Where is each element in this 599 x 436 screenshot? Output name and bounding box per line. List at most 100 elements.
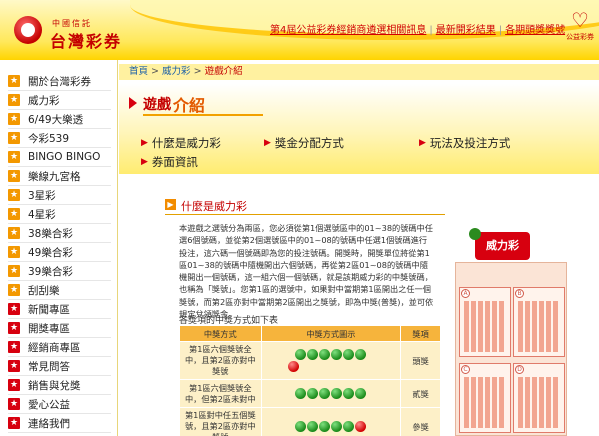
sidebar-item[interactable]: ★ 4星彩 bbox=[8, 205, 111, 224]
section-arrow-icon: ▶ bbox=[165, 199, 176, 210]
sidebar-item[interactable]: ★ 49樂合彩 bbox=[8, 243, 111, 262]
table-cell-balls bbox=[260, 379, 402, 408]
table-cell-prize: 參獎 bbox=[400, 407, 441, 436]
sidebar-item[interactable]: ★ 連絡我們 bbox=[8, 414, 111, 433]
sidebar-item[interactable]: ★ 刮刮樂 bbox=[8, 281, 111, 300]
sidebar-item[interactable]: ★ 3星彩 bbox=[8, 186, 111, 205]
breadcrumb-home[interactable]: 首頁 bbox=[129, 66, 148, 77]
table-header: 獎項 bbox=[400, 325, 441, 342]
sidebar-nav: ★ 關於台灣彩券 ★ 威力彩 ★ 6/49大樂透 ★ 今彩539 ★ BINGO BINGO ★ 樂線… bbox=[0, 60, 118, 436]
section-title: 什麼是威力彩 bbox=[181, 200, 247, 213]
star-icon: ★ bbox=[8, 208, 20, 220]
ticket-panel: B bbox=[513, 287, 565, 357]
star-icon: ★ bbox=[8, 303, 20, 315]
breadcrumb-current: 遊戲介紹 bbox=[204, 66, 243, 77]
link-label: 玩法及投注方式 bbox=[429, 136, 511, 150]
site-logo[interactable]: 中國信託 台灣彩券 bbox=[10, 8, 140, 51]
sidebar-item-label: 刮刮樂 bbox=[28, 284, 60, 297]
table-header: 中獎方式 bbox=[179, 325, 262, 342]
sidebar-item[interactable]: ★ 關於台灣彩券 bbox=[8, 72, 111, 91]
sidebar-item-label: 38樂合彩 bbox=[28, 227, 73, 240]
star-icon: ★ bbox=[8, 132, 20, 144]
title-arrow-icon bbox=[129, 97, 137, 109]
panel-letter: C bbox=[461, 365, 470, 374]
table-header-row: 中獎方式 中獎方式圖示 獎項 bbox=[179, 325, 441, 342]
table-cell-balls bbox=[260, 407, 402, 436]
link-how-to-play[interactable]: ▶ 玩法及投注方式 bbox=[419, 135, 510, 151]
link-label: 券面資訊 bbox=[151, 155, 198, 169]
ticket-panel: A bbox=[459, 287, 511, 357]
sidebar-item-label: 愛心公益 bbox=[28, 398, 70, 411]
star-icon: ★ bbox=[8, 322, 20, 334]
sidebar-item[interactable]: ★ 39樂合彩 bbox=[8, 262, 111, 281]
panel-letter: A bbox=[461, 289, 470, 298]
sidebar-item[interactable]: ★ 樂線九宮格 bbox=[8, 167, 111, 186]
green-ball-icon bbox=[307, 349, 319, 360]
page-title: 遊戲 介紹 bbox=[129, 90, 263, 116]
star-icon: ★ bbox=[8, 189, 20, 201]
link-ticket-info[interactable]: ▶ 券面資訊 bbox=[141, 154, 198, 170]
public-welfare-badge[interactable]: ♡ 公益彩券 bbox=[565, 8, 595, 42]
star-icon: ★ bbox=[8, 151, 20, 163]
sidebar-item-label: 連絡我們 bbox=[28, 417, 70, 430]
ticket-panel: C bbox=[459, 363, 511, 433]
sidebar-item-label: 經銷商專區 bbox=[28, 341, 81, 354]
sidebar-item[interactable]: ★ 常見問答 bbox=[8, 357, 111, 376]
main-content: 首頁 > 威力彩 > 遊戲介紹 遊戲 介紹 ▶ 什麼是威力彩 ▶ 獎金分配方式 … bbox=[119, 60, 599, 436]
top-link-latest-results[interactable]: 最新開彩結果 bbox=[436, 25, 496, 36]
panel-letter: D bbox=[515, 365, 524, 374]
sidebar-item[interactable]: ★ 威力彩 bbox=[8, 91, 111, 110]
sidebar-item-label: 新聞專區 bbox=[28, 303, 70, 316]
logo-ball-icon bbox=[14, 16, 42, 44]
intro-paragraph: 本遊戲之選號分為兩區，您必須從第1個選號區中的01~38的號碼中任選6個號碼，並… bbox=[179, 223, 434, 320]
sidebar-item[interactable]: ★ 開獎專區 bbox=[8, 319, 111, 338]
link-prize-distribution[interactable]: ▶ 獎金分配方式 bbox=[264, 135, 344, 151]
sidebar-item[interactable]: ★ BINGO BINGO bbox=[8, 148, 111, 167]
star-icon: ★ bbox=[8, 113, 20, 125]
section-heading: ▶ 什麼是威力彩 bbox=[165, 195, 445, 215]
star-icon: ★ bbox=[8, 417, 20, 429]
link-label: 獎金分配方式 bbox=[274, 136, 344, 150]
arrow-right-icon: ▶ bbox=[141, 157, 148, 167]
green-ball-icon bbox=[331, 421, 343, 432]
top-link-dealer-selection[interactable]: 第4屆公益彩券經銷商遴選相關訊息 bbox=[270, 25, 426, 36]
green-ball-icon bbox=[343, 421, 355, 432]
sidebar-item[interactable]: ★ 銷售與兌獎 bbox=[8, 376, 111, 395]
sidebar-item[interactable]: ★ 新聞專區 bbox=[8, 300, 111, 319]
breadcrumb-section[interactable]: 威力彩 bbox=[162, 66, 191, 77]
prize-table: 中獎方式 中獎方式圖示 獎項 第1區六個獎號全中，且第2區亦對中獎號 頭獎 第1… bbox=[179, 325, 441, 436]
sidebar-item[interactable]: ★ 今彩539 bbox=[8, 129, 111, 148]
badge-caption: 公益彩券 bbox=[566, 33, 594, 41]
green-ball-icon bbox=[355, 388, 367, 399]
ticket-illustration: 威力彩 A B C D bbox=[455, 222, 567, 436]
sidebar-item-label: 樂線九宮格 bbox=[28, 170, 81, 183]
top-link-jackpot-numbers[interactable]: 各期頭獎獎號 bbox=[505, 25, 565, 36]
sidebar-item-label: 常見問答 bbox=[28, 360, 70, 373]
arrow-right-icon: ▶ bbox=[419, 138, 426, 148]
number-grid bbox=[518, 377, 560, 428]
sidebar-item[interactable]: ★ 38樂合彩 bbox=[8, 224, 111, 243]
green-ball-icon bbox=[319, 388, 331, 399]
number-grid bbox=[464, 301, 506, 352]
sidebar-item[interactable]: ★ 經銷商專區 bbox=[8, 338, 111, 357]
green-ball-icon bbox=[295, 421, 307, 432]
green-ball-icon bbox=[319, 421, 331, 432]
ticket-panel: D bbox=[513, 363, 565, 433]
star-icon: ★ bbox=[8, 398, 20, 410]
table-row: 第1區六個獎號全中，且第2區亦對中獎號 頭獎 bbox=[179, 341, 441, 380]
arrow-right-icon: ▶ bbox=[141, 138, 148, 148]
number-grid bbox=[464, 377, 506, 428]
link-what-is-powerball[interactable]: ▶ 什麼是威力彩 bbox=[141, 135, 221, 151]
sidebar-item-label: BINGO BINGO bbox=[28, 151, 101, 163]
table-cell-prize: 頭獎 bbox=[400, 341, 441, 380]
link-label: 什麼是威力彩 bbox=[151, 136, 221, 150]
sidebar-item[interactable]: ★ 愛心公益 bbox=[8, 395, 111, 414]
sidebar-item[interactable]: ★ 6/49大樂透 bbox=[8, 110, 111, 129]
star-icon: ★ bbox=[8, 379, 20, 391]
table-cell-desc: 第1區對中任五個獎號，且第2區亦對中獎號 bbox=[179, 407, 262, 436]
sidebar-item-label: 39樂合彩 bbox=[28, 265, 73, 278]
green-ball-icon bbox=[343, 349, 355, 360]
ball-pattern bbox=[262, 388, 401, 399]
green-ball-icon bbox=[307, 388, 319, 399]
star-icon: ★ bbox=[8, 227, 20, 239]
